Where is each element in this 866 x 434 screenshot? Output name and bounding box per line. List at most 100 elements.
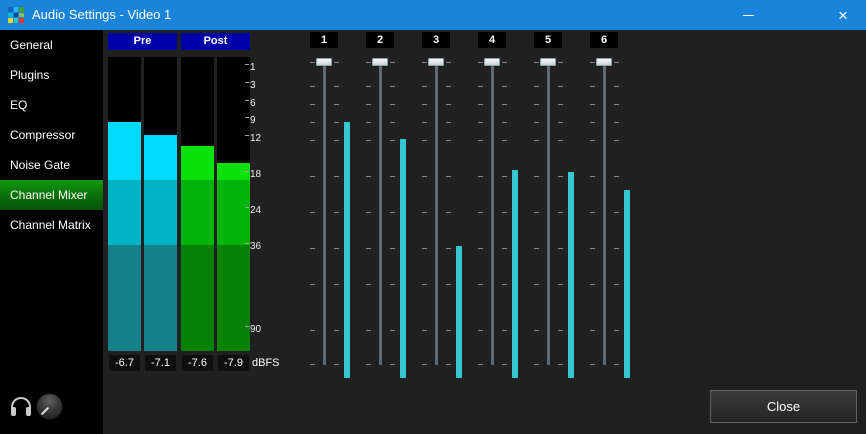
fader-tick	[614, 86, 619, 87]
sidebar-item-channel-mixer[interactable]: Channel Mixer	[0, 180, 103, 210]
level-meter-pre-1	[108, 57, 141, 351]
meter-group-label-post: Post	[181, 33, 250, 50]
fader-tick	[390, 330, 395, 331]
fader-tick	[478, 248, 483, 249]
fader-tick	[310, 176, 315, 177]
fader-tick	[310, 248, 315, 249]
sidebar-item-compressor[interactable]: Compressor	[0, 120, 103, 150]
fader-tick	[446, 176, 451, 177]
channel-level-meter-2	[400, 139, 406, 378]
channel-fader-handle-6[interactable]	[596, 58, 612, 66]
fader-tick	[502, 212, 507, 213]
db-scale-mark: 6	[245, 97, 256, 110]
fader-tick	[590, 364, 595, 365]
fader-tick	[558, 122, 563, 123]
fader-tick	[502, 62, 507, 63]
titlebar[interactable]: Audio Settings - Video 1 ×	[0, 0, 866, 30]
sidebar-item-general[interactable]: General	[0, 30, 103, 60]
close-dialog-button[interactable]: Close	[710, 390, 857, 423]
channel-fader-track-6[interactable]	[603, 62, 606, 365]
sidebar-item-noise-gate[interactable]: Noise Gate	[0, 150, 103, 180]
meter-fill-segment	[144, 245, 177, 351]
fader-tick	[534, 176, 539, 177]
fader-tick	[446, 330, 451, 331]
meter-readout: -7.6	[182, 355, 213, 371]
channel-level-meter-1	[344, 122, 350, 378]
fader-tick	[478, 62, 483, 63]
channel-fader-handle-3[interactable]	[428, 58, 444, 66]
meter-fill-segment	[181, 180, 214, 245]
fader-tick	[614, 122, 619, 123]
fader-tick	[590, 248, 595, 249]
fader-tick	[446, 364, 451, 365]
scale-tick-icon	[245, 82, 249, 83]
scale-tick-icon	[245, 64, 249, 65]
fader-tick	[478, 104, 483, 105]
meter-fill-segment	[144, 180, 177, 245]
fader-tick	[478, 176, 483, 177]
sidebar-item-channel-matrix[interactable]: Channel Matrix	[0, 210, 103, 240]
meter-readout: -6.7	[109, 355, 140, 371]
scale-label: 3	[250, 79, 256, 92]
sidebar-item-eq[interactable]: EQ	[0, 90, 103, 120]
headphone-volume-knob[interactable]	[36, 393, 63, 420]
channel-fader-handle-1[interactable]	[316, 58, 332, 66]
fader-tick	[590, 104, 595, 105]
fader-tick	[502, 176, 507, 177]
fader-tick	[558, 364, 563, 365]
channel-fader-track-3[interactable]	[435, 62, 438, 365]
minimize-button[interactable]	[725, 0, 771, 30]
fader-tick	[422, 212, 427, 213]
fader-tick	[366, 140, 371, 141]
fader-tick	[422, 140, 427, 141]
fader-tick	[590, 122, 595, 123]
fader-tick	[478, 364, 483, 365]
scale-label: 12	[250, 132, 261, 145]
scale-label: 9	[250, 114, 256, 127]
channel-fader-handle-4[interactable]	[484, 58, 500, 66]
fader-tick	[310, 364, 315, 365]
fader-tick	[614, 212, 619, 213]
fader-tick	[334, 86, 339, 87]
channel-fader-handle-2[interactable]	[372, 58, 388, 66]
sidebar-item-plugins[interactable]: Plugins	[0, 60, 103, 90]
channel-fader-track-5[interactable]	[547, 62, 550, 365]
fader-tick	[590, 330, 595, 331]
fader-tick	[502, 248, 507, 249]
channel-number-4: 4	[478, 32, 506, 48]
fader-tick	[558, 176, 563, 177]
fader-tick	[310, 140, 315, 141]
fader-tick	[558, 248, 563, 249]
fader-tick	[390, 212, 395, 213]
level-meter-post-1	[181, 57, 214, 351]
fader-tick	[502, 330, 507, 331]
fader-tick	[534, 364, 539, 365]
fader-tick	[590, 284, 595, 285]
channel-fader-track-1[interactable]	[323, 62, 326, 365]
level-meter-pre-2	[144, 57, 177, 351]
db-scale-mark: 3	[245, 79, 256, 92]
fader-tick	[478, 122, 483, 123]
channel-fader-track-2[interactable]	[379, 62, 382, 365]
fader-tick	[310, 62, 315, 63]
fader-tick	[614, 284, 619, 285]
channel-fader-track-4[interactable]	[491, 62, 494, 365]
channel-number-2: 2	[366, 32, 394, 48]
scale-label: 36	[250, 240, 261, 253]
window-close-button[interactable]: ×	[820, 0, 866, 30]
meter-fill-segment	[144, 135, 177, 180]
channel-number-5: 5	[534, 32, 562, 48]
audio-settings-window: Audio Settings - Video 1 × GeneralPlugin…	[0, 0, 866, 434]
fader-tick	[558, 86, 563, 87]
scale-label: 90	[250, 323, 261, 336]
channel-fader-handle-5[interactable]	[540, 58, 556, 66]
fader-tick	[590, 176, 595, 177]
fader-tick	[446, 62, 451, 63]
meter-readout: -7.1	[145, 355, 176, 371]
headphones-icon	[11, 397, 31, 416]
fader-tick	[614, 248, 619, 249]
db-scale-mark: 18	[245, 168, 261, 181]
fader-tick	[310, 330, 315, 331]
fader-tick	[366, 248, 371, 249]
fader-tick	[558, 330, 563, 331]
